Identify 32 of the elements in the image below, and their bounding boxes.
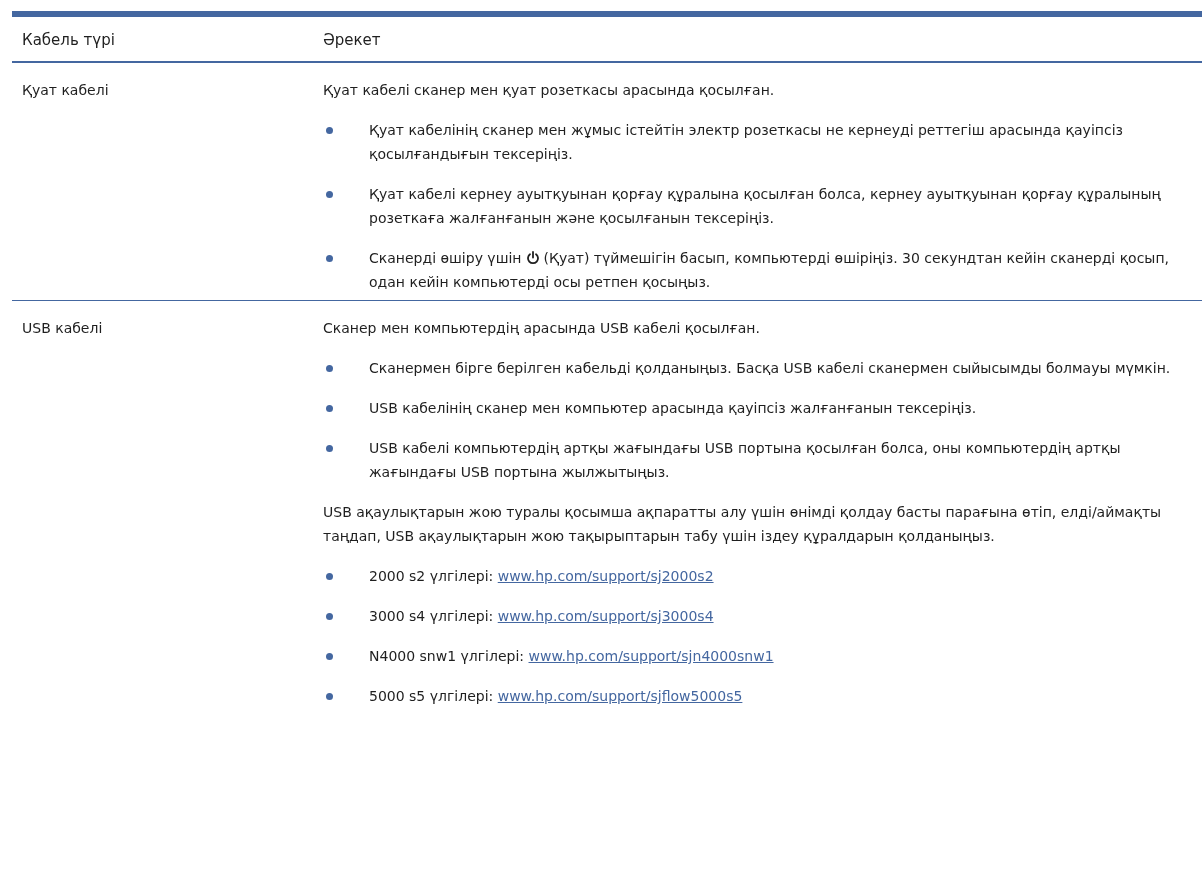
column-header: Кабель түрі [22, 31, 116, 49]
bullet-text: Сканерді өшіру үшін (Қуат) түймешігін басып, компьютерді өшіріңіз. 30 секундтан кейін сканерді қосып, одан кейін компьютерді осы ретпен қосыңыз. [369, 249, 1171, 292]
bullet-icon [326, 127, 333, 134]
support-link[interactable]: www.hp.com/support/sj3000s4 [497, 608, 714, 624]
bullet-icon [326, 653, 333, 660]
support-link[interactable]: www.hp.com/support/sjflow5000s5 [497, 688, 743, 704]
bullet-icon [326, 573, 333, 580]
power-icon [525, 251, 540, 265]
bullet-icon [326, 365, 333, 372]
support-link[interactable]: www.hp.com/support/sj2000s2 [497, 568, 714, 584]
paragraph: USB ақаулықтарын жою туралы қосымша ақпаратты алу үшін өнімді қолдау басты парағына өтіп, елді/аймақты таңдап, USB ақаулықтарын жою тақырыптарын табу үшін іздеу құралдарын қолданыңыз. [323, 503, 1163, 546]
bullet-icon [326, 693, 333, 700]
bullet-text: 3000 s4 үлгілері: www.hp.com/support/sj3000s4 [369, 607, 714, 626]
bullet-icon [326, 405, 333, 412]
bullet-icon [326, 445, 333, 452]
bullet-icon [326, 191, 333, 198]
column-header: Әрекет [323, 31, 382, 49]
bullet-text: USB кабелінің сканер мен компьютер арасында қауіпсіз жалғанғанын тексеріңіз. [369, 399, 977, 418]
cable-type-cell-text: USB кабелі [22, 319, 104, 338]
bullet-text: N4000 snw1 үлгілері: www.hp.com/support/sjn4000snw1 [369, 647, 774, 666]
bullet-text: 5000 s5 үлгілері: www.hp.com/support/sjflow5000s5 [369, 687, 743, 706]
bullet-text: Сканермен бірге берілген кабельді қолданыңыз. Басқа USB кабелі сканермен сыйысымды болмауы мүмкін. [369, 359, 1171, 378]
bullet-text: Қуат кабелінің сканер мен жұмыс істейтін электр розеткасы не кернеуді реттегіш арасында қауіпсіз қосылғандығын тексеріңіз. [369, 121, 1124, 164]
bullet-text: USB кабелі компьютердің артқы жағындағы USB портына қосылған болса, оны компьютердің артқы жағындағы USB портына жылжытыңыз. [369, 439, 1122, 482]
paragraph: Қуат кабелі сканер мен қуат розеткасы арасында қосылған. [323, 81, 776, 100]
bullet-icon [326, 613, 333, 620]
bullet-text: 2000 s2 үлгілері: www.hp.com/support/sj2000s2 [369, 567, 714, 586]
bullet-text: Қуат кабелі кернеу ауытқуынан қорғау құралына қосылған болса, кернеу ауытқуынан қорғау құралының розеткаға жалғанғанын және қосылғанын тексеріңіз. [369, 185, 1162, 228]
cable-type-cell-text: Қуат кабелі [22, 81, 110, 100]
support-link[interactable]: www.hp.com/support/sjn4000snw1 [528, 648, 774, 664]
paragraph: Сканер мен компьютердің арасында USB кабелі қосылған. [323, 319, 761, 338]
bullet-icon [326, 255, 333, 262]
